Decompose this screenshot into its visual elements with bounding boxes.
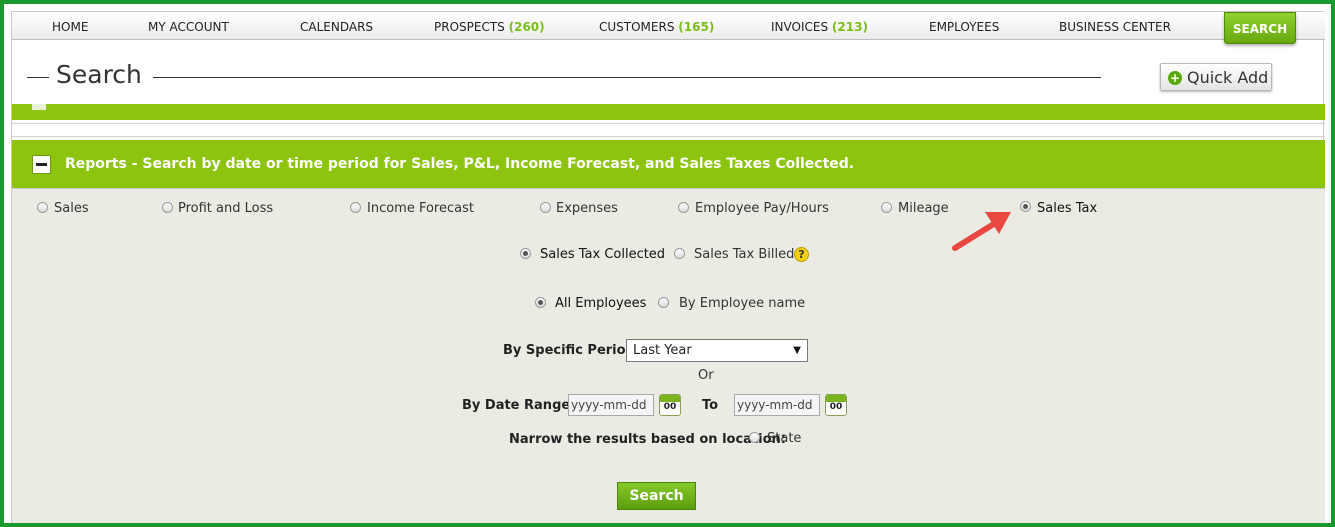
radio-all-employees-label: All Employees [555, 296, 647, 311]
nav-home[interactable]: HOME [52, 12, 88, 40]
radio-state[interactable] [749, 432, 760, 443]
nav-label: CUSTOMERS [599, 20, 675, 34]
radio-all-employees[interactable] [535, 297, 546, 308]
radio-employee-pay-hours-label: Employee Pay/Hours [695, 201, 829, 216]
title-dash [27, 77, 49, 78]
radio-sales-tax-label: Sales Tax [1037, 201, 1098, 216]
radio-sales[interactable] [37, 202, 48, 213]
radio-sales-label: Sales [54, 201, 89, 216]
nav-label: BUSINESS CENTER [1059, 20, 1171, 34]
radio-income-forecast-label: Income Forecast [367, 201, 474, 216]
radio-sales-tax[interactable] [1020, 201, 1031, 212]
radio-profit-and-loss-label: Profit and Loss [178, 201, 274, 216]
radio-by-employee-name[interactable] [658, 297, 669, 308]
nav-count: (213) [831, 20, 868, 34]
radio-sales-tax-collected-label: Sales Tax Collected [540, 247, 666, 262]
quick-add-label: Quick Add [1187, 68, 1269, 87]
reports-section-header[interactable]: Reports - Search by date or time period … [12, 140, 1325, 188]
nav-my-account[interactable]: MY ACCOUNT [148, 12, 229, 40]
radio-expenses[interactable] [540, 202, 551, 213]
nav-label: EMPLOYEES [929, 20, 1000, 34]
radio-sales-tax-billed[interactable] [674, 248, 685, 259]
nav-label: PROSPECTS [434, 20, 505, 34]
collapse-box-partial [32, 104, 46, 110]
date-from-input[interactable]: yyyy-mm-dd [568, 394, 654, 416]
to-label: To [702, 398, 719, 413]
period-label: By Specific Period: [503, 343, 641, 358]
calendar-icon-header [826, 395, 846, 402]
nav-invoices[interactable]: INVOICES (213) [771, 12, 868, 40]
nav-label: CALENDARS [300, 20, 374, 34]
nav-employees[interactable]: EMPLOYEES [929, 12, 999, 40]
radio-expenses-label: Expenses [556, 201, 618, 216]
date-to-input[interactable]: yyyy-mm-dd [734, 394, 820, 416]
calendar-icon[interactable]: 00 [659, 394, 681, 416]
location-label: Narrow the results based on location: [509, 432, 787, 447]
period-select[interactable]: Last Year ▼ [626, 339, 808, 362]
radio-employee-pay-hours[interactable] [678, 202, 689, 213]
nav-label: INVOICES [771, 20, 829, 34]
top-nav: HOME MY ACCOUNT CALENDARS PROSPECTS (260… [12, 12, 1325, 44]
nav-count: (260) [508, 20, 545, 34]
divider [12, 136, 1325, 137]
nav-search-tab[interactable]: SEARCH [1224, 12, 1296, 44]
help-icon[interactable]: ? [794, 247, 809, 262]
divider [12, 123, 1325, 124]
nav-business-center[interactable]: BUSINESS CENTER [1059, 12, 1171, 40]
plus-circle-icon: + [1168, 71, 1182, 85]
dropdown-caret-icon: ▼ [793, 345, 801, 356]
radio-income-forecast[interactable] [350, 202, 361, 213]
radio-mileage[interactable] [881, 202, 892, 213]
period-select-value: Last Year [633, 343, 692, 358]
nav-count: (165) [678, 20, 715, 34]
radio-state-label: State [767, 431, 802, 446]
radio-sales-tax-collected[interactable] [520, 248, 531, 259]
radio-by-employee-name-label: By Employee name [679, 296, 806, 311]
screenshot-frame: HOME MY ACCOUNT CALENDARS PROSPECTS (260… [0, 0, 1335, 527]
quick-add-button[interactable]: + Quick Add [1160, 63, 1272, 91]
title-rule [153, 77, 1101, 78]
nav-calendars[interactable]: CALENDARS [300, 12, 373, 40]
calendar-icon[interactable]: 00 [825, 394, 847, 416]
calendar-icon-header [660, 395, 680, 402]
search-button[interactable]: Search [617, 482, 696, 510]
date-range-label: By Date Range: [462, 398, 576, 413]
page-title: Search [56, 60, 142, 89]
calendar-icon-day: 00 [829, 402, 843, 412]
nav-customers[interactable]: CUSTOMERS (165) [599, 12, 714, 40]
nav-label: MY ACCOUNT [148, 20, 229, 34]
app-window: HOME MY ACCOUNT CALENDARS PROSPECTS (260… [11, 11, 1325, 523]
radio-profit-and-loss[interactable] [162, 202, 173, 213]
radio-sales-tax-billed-label: Sales Tax Billed [694, 247, 795, 262]
radio-mileage-label: Mileage [898, 201, 949, 216]
collapsed-section-strip [12, 104, 1325, 120]
collapse-minus-icon[interactable] [32, 155, 51, 174]
calendar-icon-day: 00 [663, 402, 677, 412]
nav-label: HOME [52, 20, 89, 34]
reports-title: Reports - Search by date or time period … [65, 156, 855, 172]
annotation-arrow-icon [952, 212, 1011, 251]
nav-prospects[interactable]: PROSPECTS (260) [434, 12, 545, 40]
or-label: Or [698, 368, 714, 383]
